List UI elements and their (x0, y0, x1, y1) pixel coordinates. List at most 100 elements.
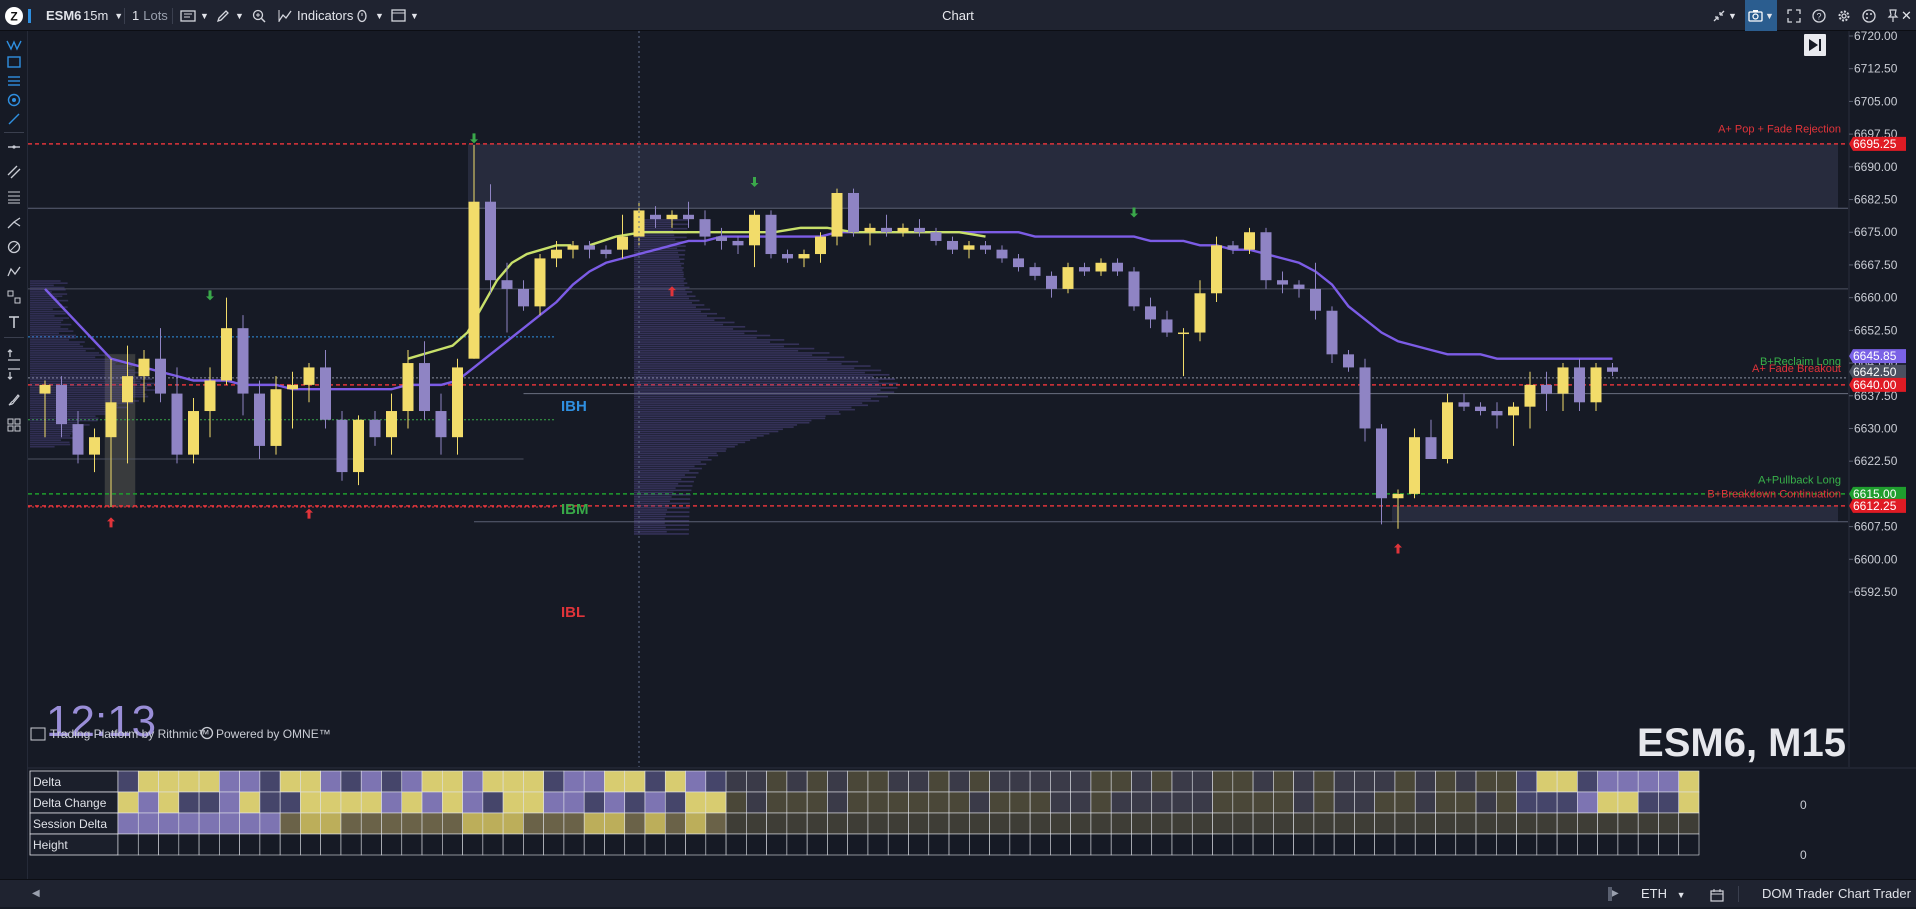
grid-cell (583, 791, 605, 814)
volume-profile-bar (634, 302, 693, 304)
grid-cell (1070, 833, 1092, 856)
grid-cell (806, 770, 828, 793)
chart-trader-button[interactable]: Chart Trader (1838, 880, 1911, 908)
grid-cell (1597, 833, 1619, 856)
candle-body (468, 201, 480, 359)
grid-cell (1313, 770, 1335, 793)
grid-cell (1252, 770, 1274, 793)
grid-cell (117, 770, 139, 793)
grid-cell (1678, 770, 1700, 793)
alerts-dropdown[interactable]: ▼ (375, 0, 384, 31)
scroll-left-button[interactable]: ◀ (32, 880, 40, 908)
candle-body (353, 419, 364, 473)
grid-cell (421, 833, 443, 856)
grid-cell (320, 791, 342, 814)
volume-profile-bar (634, 345, 784, 348)
volume-profile-bar (634, 238, 676, 241)
chevron-down-icon: ▼ (235, 10, 244, 21)
layout-button[interactable]: ▼ (391, 0, 419, 31)
settings-button[interactable] (1837, 0, 1851, 31)
candle-body (204, 380, 216, 412)
volume-profile-bar (30, 404, 118, 407)
chevron-right-icon: ▶ (1611, 888, 1619, 899)
pin-button[interactable] (1869, 0, 1899, 31)
chart-type-button[interactable]: ▼ (180, 0, 209, 31)
grid-cell (644, 833, 666, 856)
candle-body (402, 363, 414, 412)
grid-cell (158, 791, 180, 814)
grid-cell (1658, 770, 1680, 793)
candle-body (716, 236, 727, 241)
volume-profile-bar (634, 360, 859, 363)
screenshot-button[interactable]: ▼ (1745, 0, 1777, 31)
volume-profile-bar (634, 391, 895, 394)
fullscreen-button[interactable] (1787, 0, 1801, 31)
scrollbar-thumb[interactable] (1608, 887, 1612, 901)
grid-cell (523, 791, 544, 814)
grid-cell (401, 791, 423, 814)
grid-cell (644, 770, 666, 793)
grid-cell (137, 791, 159, 814)
expand-icon (1787, 8, 1801, 23)
grid-cell (1475, 812, 1497, 835)
candle-body (221, 328, 232, 381)
volume-profile-bar (634, 310, 701, 313)
dom-trader-button[interactable]: DOM Trader (1762, 880, 1834, 908)
chevron-down-icon: ▼ (200, 10, 209, 21)
grid-cell (1191, 791, 1213, 814)
candle-body (1343, 354, 1354, 368)
grid-cell (421, 791, 443, 814)
alerts-button[interactable] (356, 0, 368, 31)
grid-cell (523, 770, 544, 793)
candle-body (501, 280, 513, 289)
volume-profile-bar (634, 413, 841, 415)
volume-profile-bar (30, 295, 63, 298)
grid-cell (624, 833, 646, 856)
volume-profile-bar (30, 402, 134, 404)
scroll-to-end-button[interactable] (1804, 34, 1826, 56)
grid-cell (1029, 833, 1051, 856)
grid-cell (1678, 833, 1700, 856)
grid-cell (239, 770, 261, 793)
close-button[interactable]: ✕ (1901, 0, 1912, 31)
volume-profile-bar (30, 334, 77, 337)
volume-profile-bar (634, 295, 696, 298)
volume-profile-bar (634, 264, 682, 267)
tab-chart[interactable] (28, 0, 31, 31)
volume-profile-bar (634, 424, 798, 426)
candle-body (617, 236, 628, 250)
lots-selector[interactable]: 1 Lots (132, 0, 168, 31)
grid-cell (1110, 770, 1132, 793)
grid-panel-zero-top: 0 (1800, 798, 1807, 812)
calendar-button[interactable] (1710, 880, 1724, 908)
grid-row-label: Height (33, 838, 68, 852)
grid-cell (1536, 812, 1558, 835)
indicators-button[interactable]: Indicators (278, 0, 353, 31)
candle-body (650, 214, 661, 220)
timeframe-selector[interactable]: 15m ▼ (83, 0, 123, 31)
grid-cell (239, 833, 261, 856)
help-button[interactable]: ? (1812, 0, 1826, 31)
symbol-selector[interactable]: ESM6 (46, 0, 81, 31)
drawing-tool-button[interactable]: ▼ (216, 0, 244, 31)
volume-profile-bar (30, 339, 70, 341)
grid-cell (1374, 791, 1396, 814)
grid-cell (806, 812, 828, 835)
volume-profile-bar (634, 258, 685, 260)
candle-body (732, 240, 744, 246)
link-button[interactable]: ▼ (1712, 0, 1737, 31)
zoom-button[interactable] (252, 0, 266, 31)
session-selector[interactable]: ETH ▼ (1641, 880, 1686, 908)
grid-cell (1050, 791, 1071, 814)
grid-cell (746, 770, 767, 793)
grid-cell (178, 833, 200, 856)
candle-body (1458, 402, 1470, 407)
grid-cell (1232, 812, 1254, 835)
grid-cell (1414, 812, 1436, 835)
volume-profile-bar (30, 304, 63, 306)
grid-cell (887, 812, 909, 835)
scroll-right-button[interactable]: ▶ (1611, 880, 1619, 908)
symbol-label: ESM6 (46, 8, 82, 23)
price-chart[interactable]: IBH IBM IBL A+ Pop + Fade RejectionB+Rec… (0, 31, 1916, 879)
grid-cell (137, 833, 159, 856)
